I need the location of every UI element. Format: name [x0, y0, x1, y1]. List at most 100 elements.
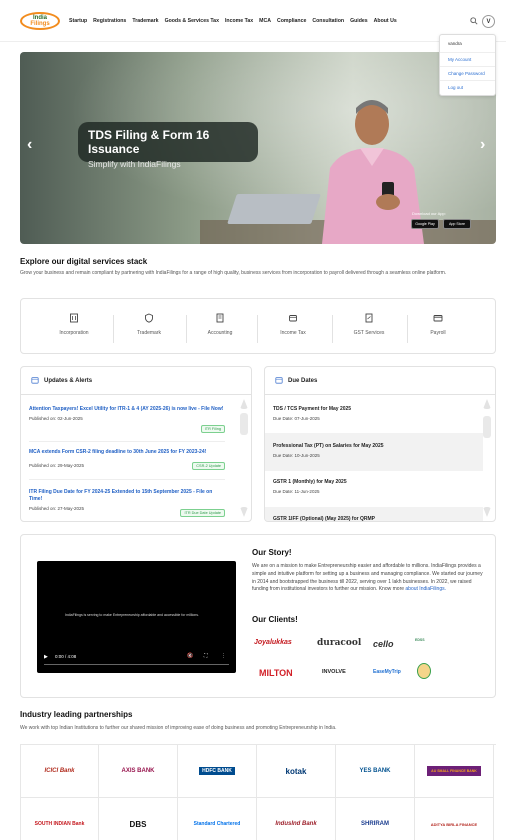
service-gst[interactable]: GST Services: [334, 313, 404, 336]
nav-consultation[interactable]: Consultation: [312, 18, 344, 24]
partnerships-description: We work with top Indian Institutions to …: [20, 725, 337, 731]
due-dates-header: Due Dates: [265, 367, 495, 395]
service-income-tax[interactable]: Income Tax: [258, 313, 328, 336]
divider: [332, 315, 333, 343]
bank-dbs: DBS: [99, 798, 178, 840]
bank-name: AXIS BANK: [121, 768, 155, 774]
due-item[interactable]: GSTR 1 (Monthly) for May 2025 Due Date: …: [265, 471, 483, 507]
explore-description: Grow your business and remain compliant …: [20, 270, 447, 276]
search-icon[interactable]: [470, 17, 478, 25]
nav-registrations[interactable]: Registrations: [93, 18, 126, 24]
client-logo-cello: cello: [373, 639, 394, 649]
due-item[interactable]: TDS / TCS Payment for May 2025 Due Date:…: [265, 395, 483, 432]
scroll-down-arrow[interactable]: [483, 507, 491, 517]
update-item[interactable]: MCA extends Form CSR-2 filing deadline t…: [29, 449, 225, 470]
clients-heading: Our Clients!: [252, 615, 298, 624]
bank-south-indian: SOUTH INDIAN Bank: [20, 798, 99, 840]
scroll-up-arrow[interactable]: [240, 399, 248, 409]
due-item[interactable]: GSTR 1IFF (Optional) (May 2025) for QRMP: [265, 507, 483, 522]
nav-startup[interactable]: Startup: [69, 18, 87, 24]
calendar-icon: [275, 376, 283, 386]
nav-mca[interactable]: MCA: [259, 18, 271, 24]
due-dates-panel: Due Dates TDS / TCS Payment for May 2025…: [264, 366, 496, 522]
bank-name: ICICI Bank: [44, 768, 75, 774]
nav-income-tax[interactable]: Income Tax: [225, 18, 253, 24]
update-tag: CSR-2 Update: [192, 462, 225, 470]
carousel-prev-arrow[interactable]: ‹: [27, 136, 32, 154]
logo-text-line2: Filings: [30, 21, 50, 27]
building-icon: [39, 313, 109, 325]
service-payroll[interactable]: Payroll: [403, 313, 473, 336]
bank-name: AU SMALL FINANCE BANK: [427, 766, 481, 776]
bank-icici: ICICI Bank: [20, 745, 99, 798]
bank-name: HDFC BANK: [199, 767, 235, 775]
bank-indusind: IndusInd Bank: [257, 798, 336, 840]
nav-compliance[interactable]: Compliance: [277, 18, 306, 24]
nav-about-us[interactable]: About Us: [374, 18, 397, 24]
client-logo-edss: EDSS: [415, 638, 425, 642]
video-caption: IndiaFilings is serving to make Entrepre…: [65, 613, 199, 617]
update-title[interactable]: MCA extends Form CSR-2 filing deadline t…: [29, 449, 225, 456]
scroll-down-arrow[interactable]: [240, 507, 248, 517]
menu-change-password[interactable]: Change Password: [440, 67, 495, 81]
hero-caption-card: TDS Filing & Form 16 Issuance Simplify w…: [78, 122, 258, 169]
about-link[interactable]: about IndiaFilings.: [405, 586, 446, 592]
bank-logo-grid: ICICI Bank AXIS BANK HDFC BANK kotak YES…: [20, 744, 496, 840]
card-icon: [403, 313, 473, 325]
user-avatar[interactable]: V: [482, 15, 495, 28]
update-item[interactable]: Attention Taxpayers! Excel Utility for I…: [29, 406, 225, 433]
due-title: GSTR 1 (Monthly) for May 2025: [273, 479, 347, 485]
video-progress-bar[interactable]: [44, 664, 229, 665]
fullscreen-icon[interactable]: ⛶: [204, 653, 208, 659]
scrollbar-thumb[interactable]: [240, 413, 248, 435]
nav-guides[interactable]: Guides: [350, 18, 368, 24]
bank-hdfc: HDFC BANK: [178, 745, 257, 798]
shield-icon: [114, 313, 184, 325]
update-title[interactable]: ITR Filing Due Date for FY 2024-25 Exten…: [29, 489, 225, 503]
wallet-icon: [258, 313, 328, 325]
update-item[interactable]: ITR Filing Due Date for FY 2024-25 Exten…: [29, 489, 225, 517]
indiafilings-logo[interactable]: India Filings: [20, 12, 60, 30]
service-accounting[interactable]: Accounting: [185, 313, 255, 336]
scrollbar-thumb[interactable]: [483, 416, 491, 438]
update-tag: ITR Filing: [200, 425, 225, 433]
story-text: We are on a mission to make Entrepreneur…: [252, 563, 483, 593]
service-label: Income Tax: [280, 330, 306, 336]
video-player[interactable]: IndiaFilings is serving to make Entrepre…: [37, 561, 236, 673]
due-title: Professional Tax (PT) on Salaries for Ma…: [273, 443, 384, 449]
bank-au: AU SMALL FINANCE BANK: [415, 745, 494, 798]
bank-name: SOUTH INDIAN Bank: [34, 821, 85, 827]
scroll-up-arrow[interactable]: [483, 399, 491, 409]
due-dates-title: Due Dates: [288, 377, 318, 384]
google-play-badge[interactable]: Google Play: [411, 219, 439, 229]
main-nav: Startup Registrations Trademark Goods & …: [69, 18, 397, 24]
hero-banner[interactable]: TDS Filing & Form 16 Issuance Simplify w…: [20, 52, 496, 244]
nav-trademark[interactable]: Trademark: [132, 18, 158, 24]
service-incorporation[interactable]: Incorporation: [39, 313, 109, 336]
due-title: GSTR 1IFF (Optional) (May 2025) for QRMP: [273, 516, 375, 522]
explore-heading: Explore our digital services stack: [20, 257, 148, 266]
menu-my-account[interactable]: My Account: [440, 53, 495, 67]
ledger-icon: [185, 313, 255, 325]
divider: [29, 479, 225, 480]
due-item[interactable]: Professional Tax (PT) on Salaries for Ma…: [265, 433, 483, 471]
app-store-badge[interactable]: App Store: [443, 219, 471, 229]
client-logo-joyalukkas: Joyalukkas: [254, 639, 292, 646]
update-title[interactable]: Attention Taxpayers! Excel Utility for I…: [29, 406, 225, 413]
service-trademark[interactable]: Trademark: [114, 313, 184, 336]
play-icon[interactable]: ▶: [44, 654, 48, 660]
client-logo-milton: MILTON: [259, 668, 293, 678]
mute-icon[interactable]: 🔇: [187, 653, 193, 659]
carousel-next-arrow[interactable]: ›: [480, 136, 485, 154]
bank-shriram: SHRIRAM: [336, 798, 415, 840]
story-heading: Our Story!: [252, 548, 292, 557]
our-story-section: IndiaFilings is serving to make Entrepre…: [20, 534, 496, 698]
hero-laptop-image: [227, 194, 321, 224]
nav-gst[interactable]: Goods & Services Tax: [165, 18, 219, 24]
bank-kotak: kotak: [257, 745, 336, 798]
bank-name: Standard Chartered: [193, 821, 241, 827]
partnerships-heading: Industry leading partnerships: [20, 710, 133, 719]
more-options-icon[interactable]: ⋮: [221, 653, 226, 659]
service-label: Payroll: [430, 330, 446, 336]
menu-log-out[interactable]: Log out: [440, 81, 495, 94]
